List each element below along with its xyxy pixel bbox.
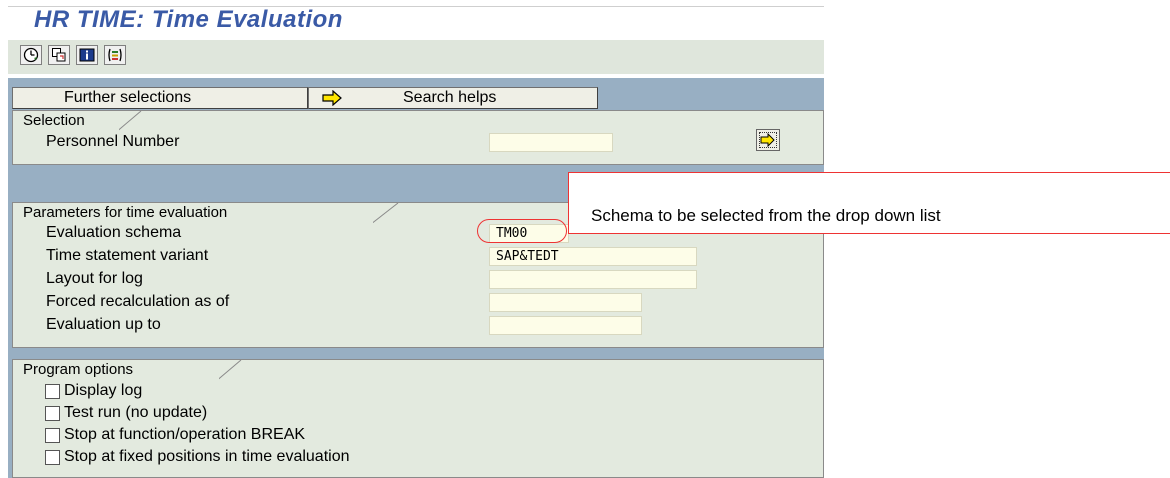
time-statement-variant-input[interactable]: SAP&TEDT	[489, 247, 697, 266]
stop-at-fixed-positions-checkbox[interactable]	[45, 450, 60, 465]
multiple-selection-arrow-icon	[760, 133, 775, 147]
further-selections-button[interactable]: Further selections	[12, 87, 308, 109]
search-helps-button[interactable]: Search helps	[308, 87, 598, 109]
test-run-checkbox[interactable]	[45, 406, 60, 421]
annotation-text: Schema to be selected from the drop down…	[591, 206, 941, 225]
selection-group: Selection Personnel Number	[12, 110, 824, 165]
personnel-number-input[interactable]	[489, 133, 613, 152]
display-log-label: Display log	[64, 382, 143, 399]
selection-options-button[interactable]	[104, 45, 126, 65]
stop-at-fixed-positions-label: Stop at fixed positions in time evaluati…	[64, 448, 350, 465]
parameters-tab: Parameters for time evaluation	[13, 203, 373, 223]
page-title: HR TIME: Time Evaluation	[34, 6, 343, 33]
evaluation-up-to-label: Evaluation up to	[46, 316, 161, 333]
time-statement-variant-label: Time statement variant	[46, 247, 209, 264]
search-helps-label: Search helps	[403, 89, 497, 106]
multiple-selection-button[interactable]	[756, 129, 780, 151]
display-log-checkbox[interactable]	[45, 384, 60, 399]
evaluation-schema-highlight	[477, 219, 567, 243]
application-toolbar	[8, 40, 824, 74]
selection-options-icon	[108, 48, 122, 62]
copy-variant-icon	[52, 48, 66, 62]
execute-icon	[23, 47, 39, 63]
selection-screen: Further selections Search helps Selectio…	[8, 78, 824, 478]
forced-recalculation-label: Forced recalculation as of	[46, 293, 230, 310]
information-button[interactable]	[76, 45, 98, 65]
evaluation-schema-label: Evaluation schema	[46, 224, 182, 241]
program-options-group: Program options Display log Test run (no…	[12, 359, 824, 478]
copy-variant-button[interactable]	[48, 45, 70, 65]
forced-recalculation-input[interactable]	[489, 293, 642, 312]
personnel-number-label: Personnel Number	[46, 133, 180, 150]
information-icon	[79, 48, 95, 62]
program-options-tab: Program options	[13, 360, 219, 380]
evaluation-up-to-input[interactable]	[489, 316, 642, 335]
test-run-label: Test run (no update)	[64, 404, 208, 421]
execute-button[interactable]	[20, 45, 42, 65]
annotation-callout: Schema to be selected from the drop down…	[568, 172, 1170, 234]
selection-tab: Selection	[13, 111, 119, 131]
layout-for-log-input[interactable]	[489, 270, 697, 289]
layout-for-log-label: Layout for log	[46, 270, 143, 287]
stop-at-break-checkbox[interactable]	[45, 428, 60, 443]
stop-at-break-label: Stop at function/operation BREAK	[64, 426, 306, 443]
further-selections-label: Further selections	[64, 89, 192, 106]
arrow-right-icon	[322, 90, 342, 106]
